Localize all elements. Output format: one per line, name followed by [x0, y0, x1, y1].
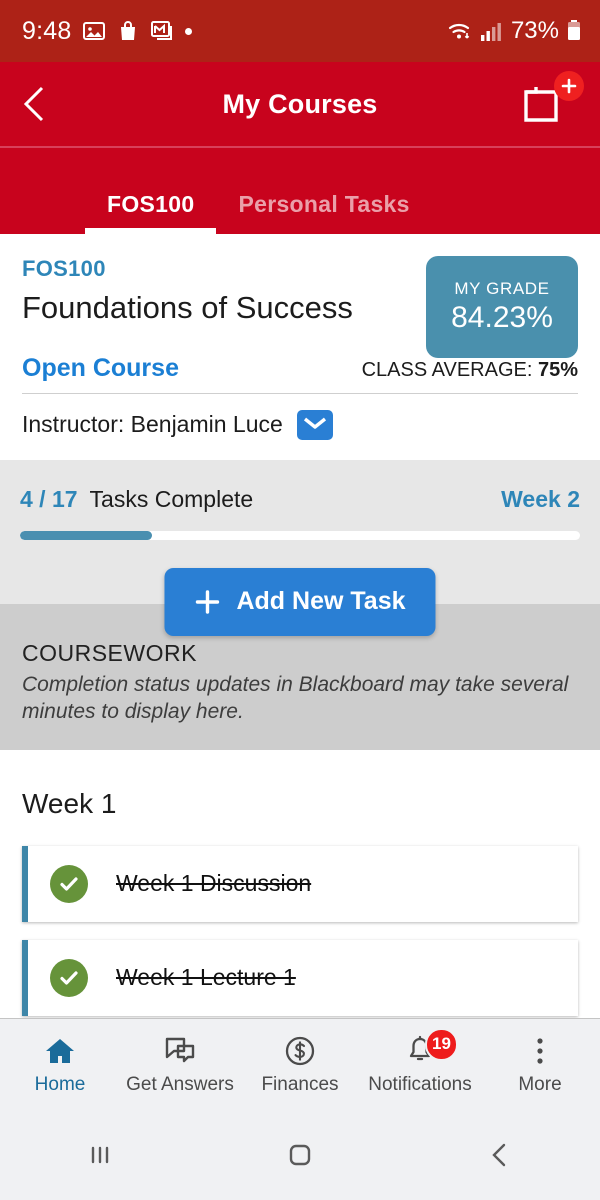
chevron-left-icon [23, 86, 44, 122]
tab-personal-tasks[interactable]: Personal Tasks [216, 191, 431, 234]
tasks-complete-label: Tasks Complete [89, 485, 254, 512]
nav-item-notifications[interactable]: 19 Notifications [360, 1027, 480, 1096]
status-bar: 9:48 73% [0, 0, 600, 62]
tab-fos100-label: FOS100 [107, 191, 195, 217]
nav-item-finances[interactable]: Finances [240, 1034, 360, 1096]
photos-icon [83, 22, 106, 40]
check-circle-icon [50, 958, 88, 997]
nav-label-finances: Finances [261, 1073, 339, 1095]
bell-icon: 19 [405, 1027, 458, 1068]
course-tab-bar: FOS100 Personal Tasks [0, 148, 600, 234]
task-label: Week 1 Discussion [116, 870, 312, 897]
task-list: Week 1 Week 1 Discussion Week 1 Lecture … [0, 749, 600, 1016]
progress-bar-track [20, 530, 580, 540]
nav-label-notifications: Notifications [368, 1073, 472, 1095]
tasks-fraction: 4 / 17 [20, 485, 78, 512]
instructor-name: Instructor: Benjamin Luce [22, 411, 283, 438]
my-grade-badge[interactable]: MY GRADE 84.23% [426, 256, 578, 358]
class-average-label: CLASS AVERAGE: [361, 358, 533, 381]
wifi-icon [448, 23, 470, 39]
nav-item-get-answers[interactable]: Get Answers [120, 1034, 240, 1096]
progress-section: 4 / 17 Tasks Complete Week 2 Add New Tas… [0, 459, 600, 636]
chat-icon [164, 1034, 196, 1068]
shopping-bag-icon [121, 21, 136, 40]
status-bar-left: 9:48 [22, 16, 193, 46]
progress-status: 4 / 17 Tasks Complete [20, 486, 253, 513]
task-label: Week 1 Lecture 1 [116, 964, 296, 991]
course-links-row: Open Course CLASS AVERAGE: 75% [22, 354, 578, 394]
notifications-badge: 19 [425, 1027, 458, 1061]
home-square-icon [289, 1144, 311, 1166]
plus-icon [561, 78, 577, 94]
gmail-icon [151, 21, 173, 40]
home-button[interactable] [200, 1139, 400, 1171]
dollar-circle-icon [284, 1034, 316, 1068]
home-icon [44, 1034, 76, 1068]
my-grade-label: MY GRADE [454, 279, 550, 298]
course-summary: FOS100 Foundations of Success MY GRADE 8… [0, 234, 600, 460]
nav-item-home[interactable]: Home [0, 1034, 120, 1096]
add-calendar-event-button[interactable] [522, 71, 584, 130]
status-time: 9:48 [22, 16, 72, 45]
coursework-note: Completion status updates in Blackboard … [22, 672, 569, 724]
android-system-navigation [0, 1110, 600, 1200]
nav-item-more[interactable]: More [480, 1034, 600, 1096]
task-row[interactable]: Week 1 Discussion [22, 845, 578, 922]
system-back-button[interactable] [400, 1140, 600, 1170]
nav-label-home: Home [34, 1073, 86, 1095]
instructor-row: Instructor: Benjamin Luce [22, 394, 578, 460]
back-button[interactable] [0, 61, 70, 147]
progress-bar-fill [20, 530, 152, 540]
my-grade-value: 84.23% [451, 301, 553, 334]
page-title: My Courses [222, 88, 378, 119]
back-chevron-icon [492, 1143, 506, 1167]
current-week: Week 2 [501, 485, 580, 512]
plus-icon [195, 589, 220, 614]
week-heading: Week 1 [22, 787, 117, 819]
battery-percent: 73% [510, 17, 559, 44]
envelope-icon [303, 417, 326, 429]
check-circle-icon [50, 864, 88, 903]
cellular-signal-icon [480, 23, 501, 41]
tab-personal-tasks-label: Personal Tasks [238, 191, 410, 217]
add-new-task-button[interactable]: Add New Task [164, 567, 436, 636]
class-average-value: 75% [537, 358, 578, 381]
add-new-task-label: Add New Task [236, 587, 406, 616]
open-course-link[interactable]: Open Course [22, 354, 179, 383]
nav-label-get-answers: Get Answers [126, 1073, 234, 1095]
dot-icon [185, 27, 193, 35]
task-row[interactable]: Week 1 Lecture 1 [22, 939, 578, 1016]
class-average: CLASS AVERAGE: 75% [362, 359, 578, 382]
kebab-menu-icon [535, 1034, 545, 1068]
email-instructor-button[interactable] [296, 409, 333, 440]
tab-fos100[interactable]: FOS100 [85, 191, 217, 234]
recents-button[interactable] [0, 1140, 200, 1170]
calendar-add-badge [554, 71, 584, 101]
battery-icon [568, 20, 580, 40]
coursework-heading: COURSEWORK [22, 639, 197, 666]
recents-icon [91, 1146, 109, 1164]
progress-header: 4 / 17 Tasks Complete Week 2 [20, 486, 580, 513]
nav-label-more: More [518, 1073, 562, 1095]
status-bar-right: 73% [447, 17, 582, 45]
bottom-navigation: Home Get Answers Finances 19 Notificatio… [0, 1018, 600, 1110]
app-header: My Courses [0, 62, 600, 148]
